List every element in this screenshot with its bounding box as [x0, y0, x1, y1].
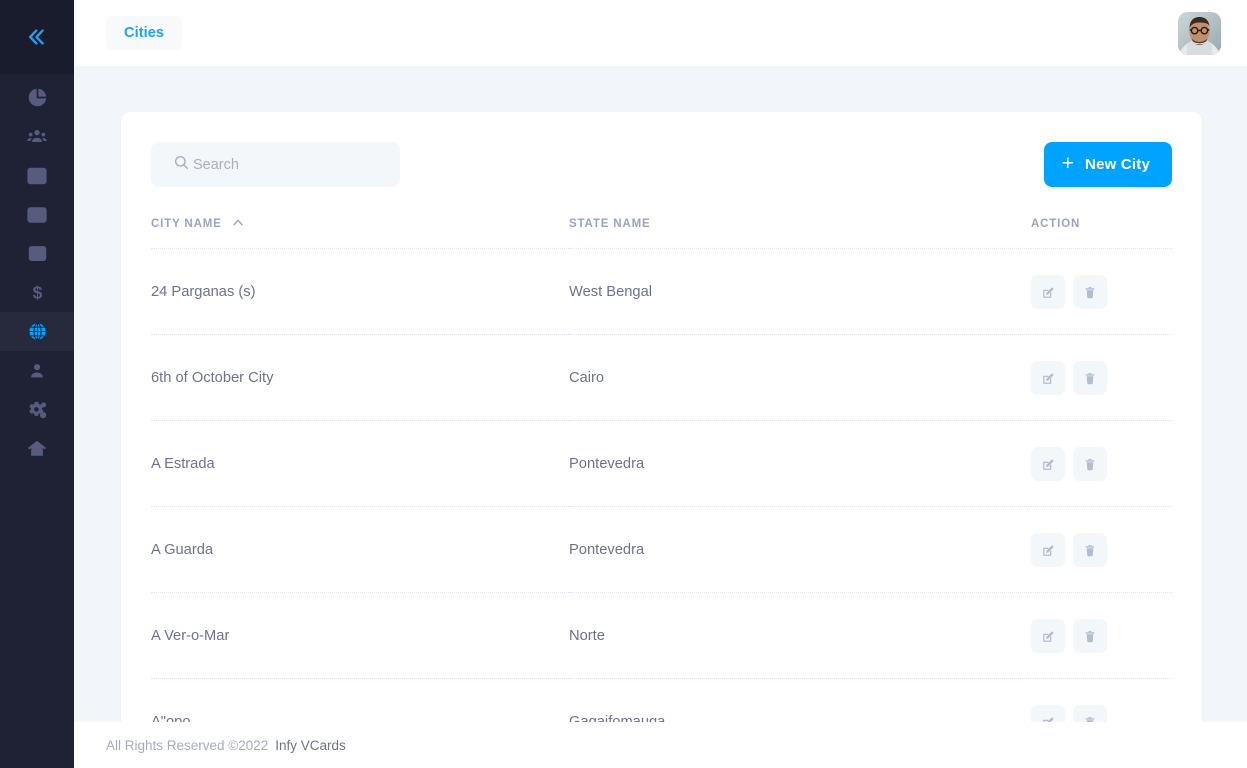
table-row: 6th of October City Cairo [151, 335, 1172, 421]
edit-icon [1041, 457, 1056, 472]
cell-state-name: Pontevedra [569, 507, 1031, 593]
delete-icon [1083, 457, 1097, 472]
search-input[interactable] [151, 142, 400, 187]
cities-table: CITY NAME STATE NAME [151, 217, 1172, 764]
sort-ascending-icon [233, 217, 243, 229]
users-icon [26, 126, 48, 148]
globe-icon [27, 321, 48, 342]
column-header-state-name-label: STATE NAME [569, 218, 651, 230]
sidebar-item-settings[interactable] [0, 390, 74, 429]
dollar-icon: $ [27, 282, 48, 303]
edit-row-button[interactable] [1031, 447, 1065, 481]
sidebar-item-contacts[interactable] [0, 195, 74, 234]
main-area: Cities [74, 0, 1247, 768]
pie-chart-icon [27, 87, 48, 108]
sidebar-item-subscriptions[interactable]: $ [0, 273, 74, 312]
sidebar-item-vcards[interactable] [0, 156, 74, 195]
table-row: 24 Parganas (s) West Bengal [151, 249, 1172, 335]
column-header-action: ACTION [1031, 217, 1172, 249]
delete-row-button[interactable] [1073, 275, 1107, 309]
sidebar-item-profile[interactable] [0, 351, 74, 390]
row-action-group [1031, 447, 1172, 481]
content-area: + New City CITY NAME [74, 66, 1247, 768]
cell-state-name: Pontevedra [569, 421, 1031, 507]
cell-state-name: West Bengal [569, 249, 1031, 335]
new-city-button-label: New City [1085, 156, 1150, 173]
delete-icon [1083, 543, 1097, 558]
delete-row-button[interactable] [1073, 619, 1107, 653]
edit-icon [1041, 629, 1056, 644]
edit-icon [1041, 543, 1056, 558]
breadcrumb-cities[interactable]: Cities [106, 16, 182, 50]
cell-action [1031, 507, 1172, 593]
home-icon [26, 438, 48, 460]
row-action-group [1031, 533, 1172, 567]
user-icon [27, 361, 47, 381]
cell-action [1031, 249, 1172, 335]
avatar-photo [1178, 12, 1221, 55]
avatar[interactable] [1178, 12, 1221, 55]
table-row: A Estrada Pontevedra [151, 421, 1172, 507]
table-row: A Guarda Pontevedra [151, 507, 1172, 593]
edit-row-button[interactable] [1031, 533, 1065, 567]
topbar: Cities [74, 0, 1247, 66]
new-city-button[interactable]: + New City [1044, 142, 1172, 187]
delete-row-button[interactable] [1073, 361, 1107, 395]
delete-row-button[interactable] [1073, 533, 1107, 567]
app-root: $ [0, 0, 1247, 768]
table-body: 24 Parganas (s) West Bengal [151, 249, 1172, 765]
cell-state-name: Cairo [569, 335, 1031, 421]
row-action-group [1031, 619, 1172, 653]
cell-city-name: 6th of October City [151, 335, 569, 421]
table-row: A Ver-o-Mar Norte [151, 593, 1172, 679]
sidebar-header [0, 0, 74, 74]
cell-state-name: Norte [569, 593, 1031, 679]
cell-city-name: A Ver-o-Mar [151, 593, 569, 679]
edit-row-button[interactable] [1031, 275, 1065, 309]
gears-icon [26, 399, 48, 421]
delete-icon [1083, 285, 1097, 300]
footer: All Rights Reserved ©2022 Infy VCards [74, 722, 1247, 768]
svg-text:$: $ [32, 283, 42, 303]
edit-icon [1041, 285, 1056, 300]
cell-action [1031, 593, 1172, 679]
column-header-city-name[interactable]: CITY NAME [151, 217, 569, 249]
sidebar-nav: $ [0, 74, 74, 468]
edit-row-button[interactable] [1031, 619, 1065, 653]
id-card-icon [26, 165, 48, 187]
sidebar-item-dashboard[interactable] [0, 78, 74, 117]
columns-icon [27, 243, 48, 264]
delete-icon [1083, 371, 1097, 386]
cell-city-name: 24 Parganas (s) [151, 249, 569, 335]
plus-icon: + [1062, 153, 1074, 174]
column-header-state-name: STATE NAME [569, 217, 1031, 249]
column-header-action-label: ACTION [1031, 218, 1080, 230]
footer-brand: Infy VCards [275, 738, 346, 753]
table-header-row: CITY NAME STATE NAME [151, 217, 1172, 249]
card-toolbar: + New City [151, 142, 1172, 187]
cell-action [1031, 421, 1172, 507]
row-action-group [1031, 275, 1172, 309]
footer-copyright: All Rights Reserved ©2022 [106, 738, 268, 753]
table-head: CITY NAME STATE NAME [151, 217, 1172, 249]
delete-icon [1083, 629, 1097, 644]
sidebar-item-cities[interactable] [0, 312, 74, 351]
chevron-double-left-icon [25, 25, 49, 49]
sidebar-item-home[interactable] [0, 429, 74, 468]
contact-card-icon [26, 204, 48, 226]
sidebar-item-templates[interactable] [0, 234, 74, 273]
row-action-group [1031, 361, 1172, 395]
edit-row-button[interactable] [1031, 361, 1065, 395]
sidebar-item-users[interactable] [0, 117, 74, 156]
column-header-city-name-label: CITY NAME [151, 218, 222, 230]
cities-card: + New City CITY NAME [121, 112, 1202, 768]
sidebar: $ [0, 0, 74, 768]
cell-action [1031, 335, 1172, 421]
collapse-sidebar-button[interactable] [17, 17, 57, 57]
search-wrapper [151, 142, 400, 187]
delete-row-button[interactable] [1073, 447, 1107, 481]
edit-icon [1041, 371, 1056, 386]
cell-city-name: A Estrada [151, 421, 569, 507]
cell-city-name: A Guarda [151, 507, 569, 593]
